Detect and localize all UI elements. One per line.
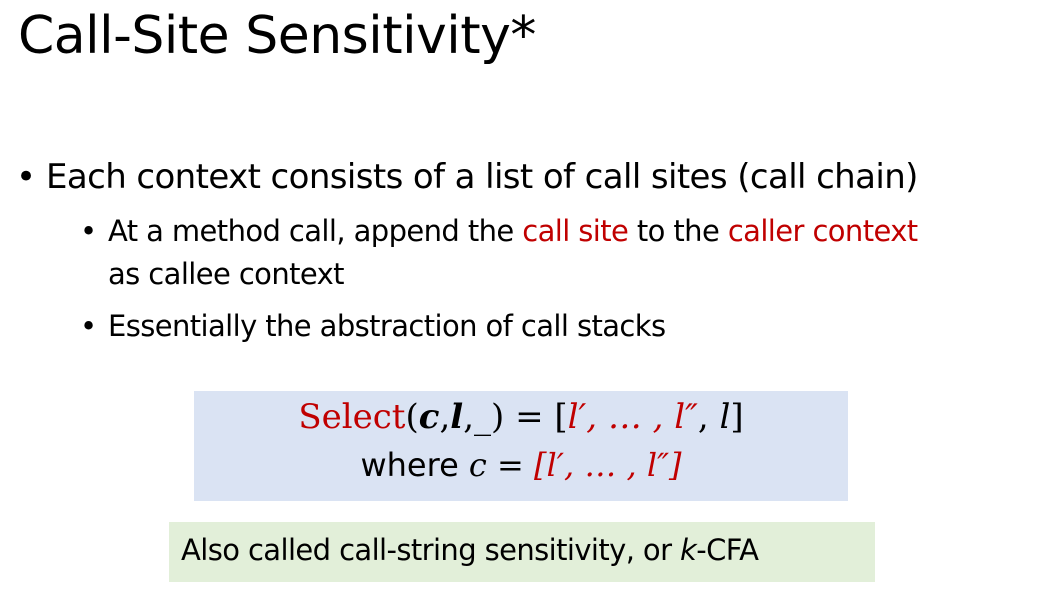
formula-list-open: [ <box>554 397 568 437</box>
formula-where-c: c <box>468 446 487 484</box>
formula-open-paren: ( <box>405 397 419 437</box>
note-suffix: -CFA <box>696 533 759 567</box>
formula-equals: = <box>504 397 555 437</box>
sub-bullet-text: Essentially the abstraction of call stac… <box>108 309 666 343</box>
formula-select-line: Select(c,l,_) = [l′, … , l″, l] <box>194 397 848 437</box>
formula-close-paren: ) <box>491 397 505 437</box>
formula-where-equals: = <box>486 446 534 484</box>
note-k: k <box>680 533 697 567</box>
sub-bullet-marker: • <box>80 309 98 343</box>
slide-title: Call-Site Sensitivity* <box>18 6 536 66</box>
highlight-caller-context: caller context <box>727 214 918 248</box>
formula-where-list: [l′, … , l″] <box>534 446 682 484</box>
formula-comma: , <box>463 397 474 437</box>
formula-list-close: ] <box>730 397 744 437</box>
formula-select: Select <box>298 397 406 437</box>
formula-c: c <box>418 397 440 437</box>
sub-bullet-text: At a method call, append the call site t… <box>108 214 918 248</box>
sub-bullet-marker: • <box>80 214 98 248</box>
formula-box: Select(c,l,_) = [l′, … , l″, l] where c … <box>194 391 848 501</box>
formula-list-comma: , <box>697 397 720 437</box>
formula-list-items: l′, … , l″ <box>567 397 698 437</box>
formula-list-last: l <box>719 397 731 437</box>
highlight-call-site: call site <box>522 214 629 248</box>
note-prefix: Also called call-string sensitivity, or <box>181 533 681 567</box>
sub-bullet-continuation: as callee context <box>108 257 345 291</box>
slide: Call-Site Sensitivity* • Each context co… <box>0 0 1054 594</box>
formula-where-line: where c = [l′, … , l″] <box>194 446 848 484</box>
formula-underscore: _ <box>474 397 491 437</box>
text-fragment: At a method call, append the <box>108 214 523 248</box>
bullet-marker: • <box>16 157 37 197</box>
note-box: Also called call-string sensitivity, or … <box>169 522 875 582</box>
note-text: Also called call-string sensitivity, or … <box>181 533 759 567</box>
formula-l: l <box>450 397 464 437</box>
text-fragment: to the <box>628 214 728 248</box>
formula-where: where <box>360 446 469 484</box>
formula-comma: , <box>439 397 451 437</box>
bullet-text: Each context consists of a list of call … <box>46 157 918 197</box>
